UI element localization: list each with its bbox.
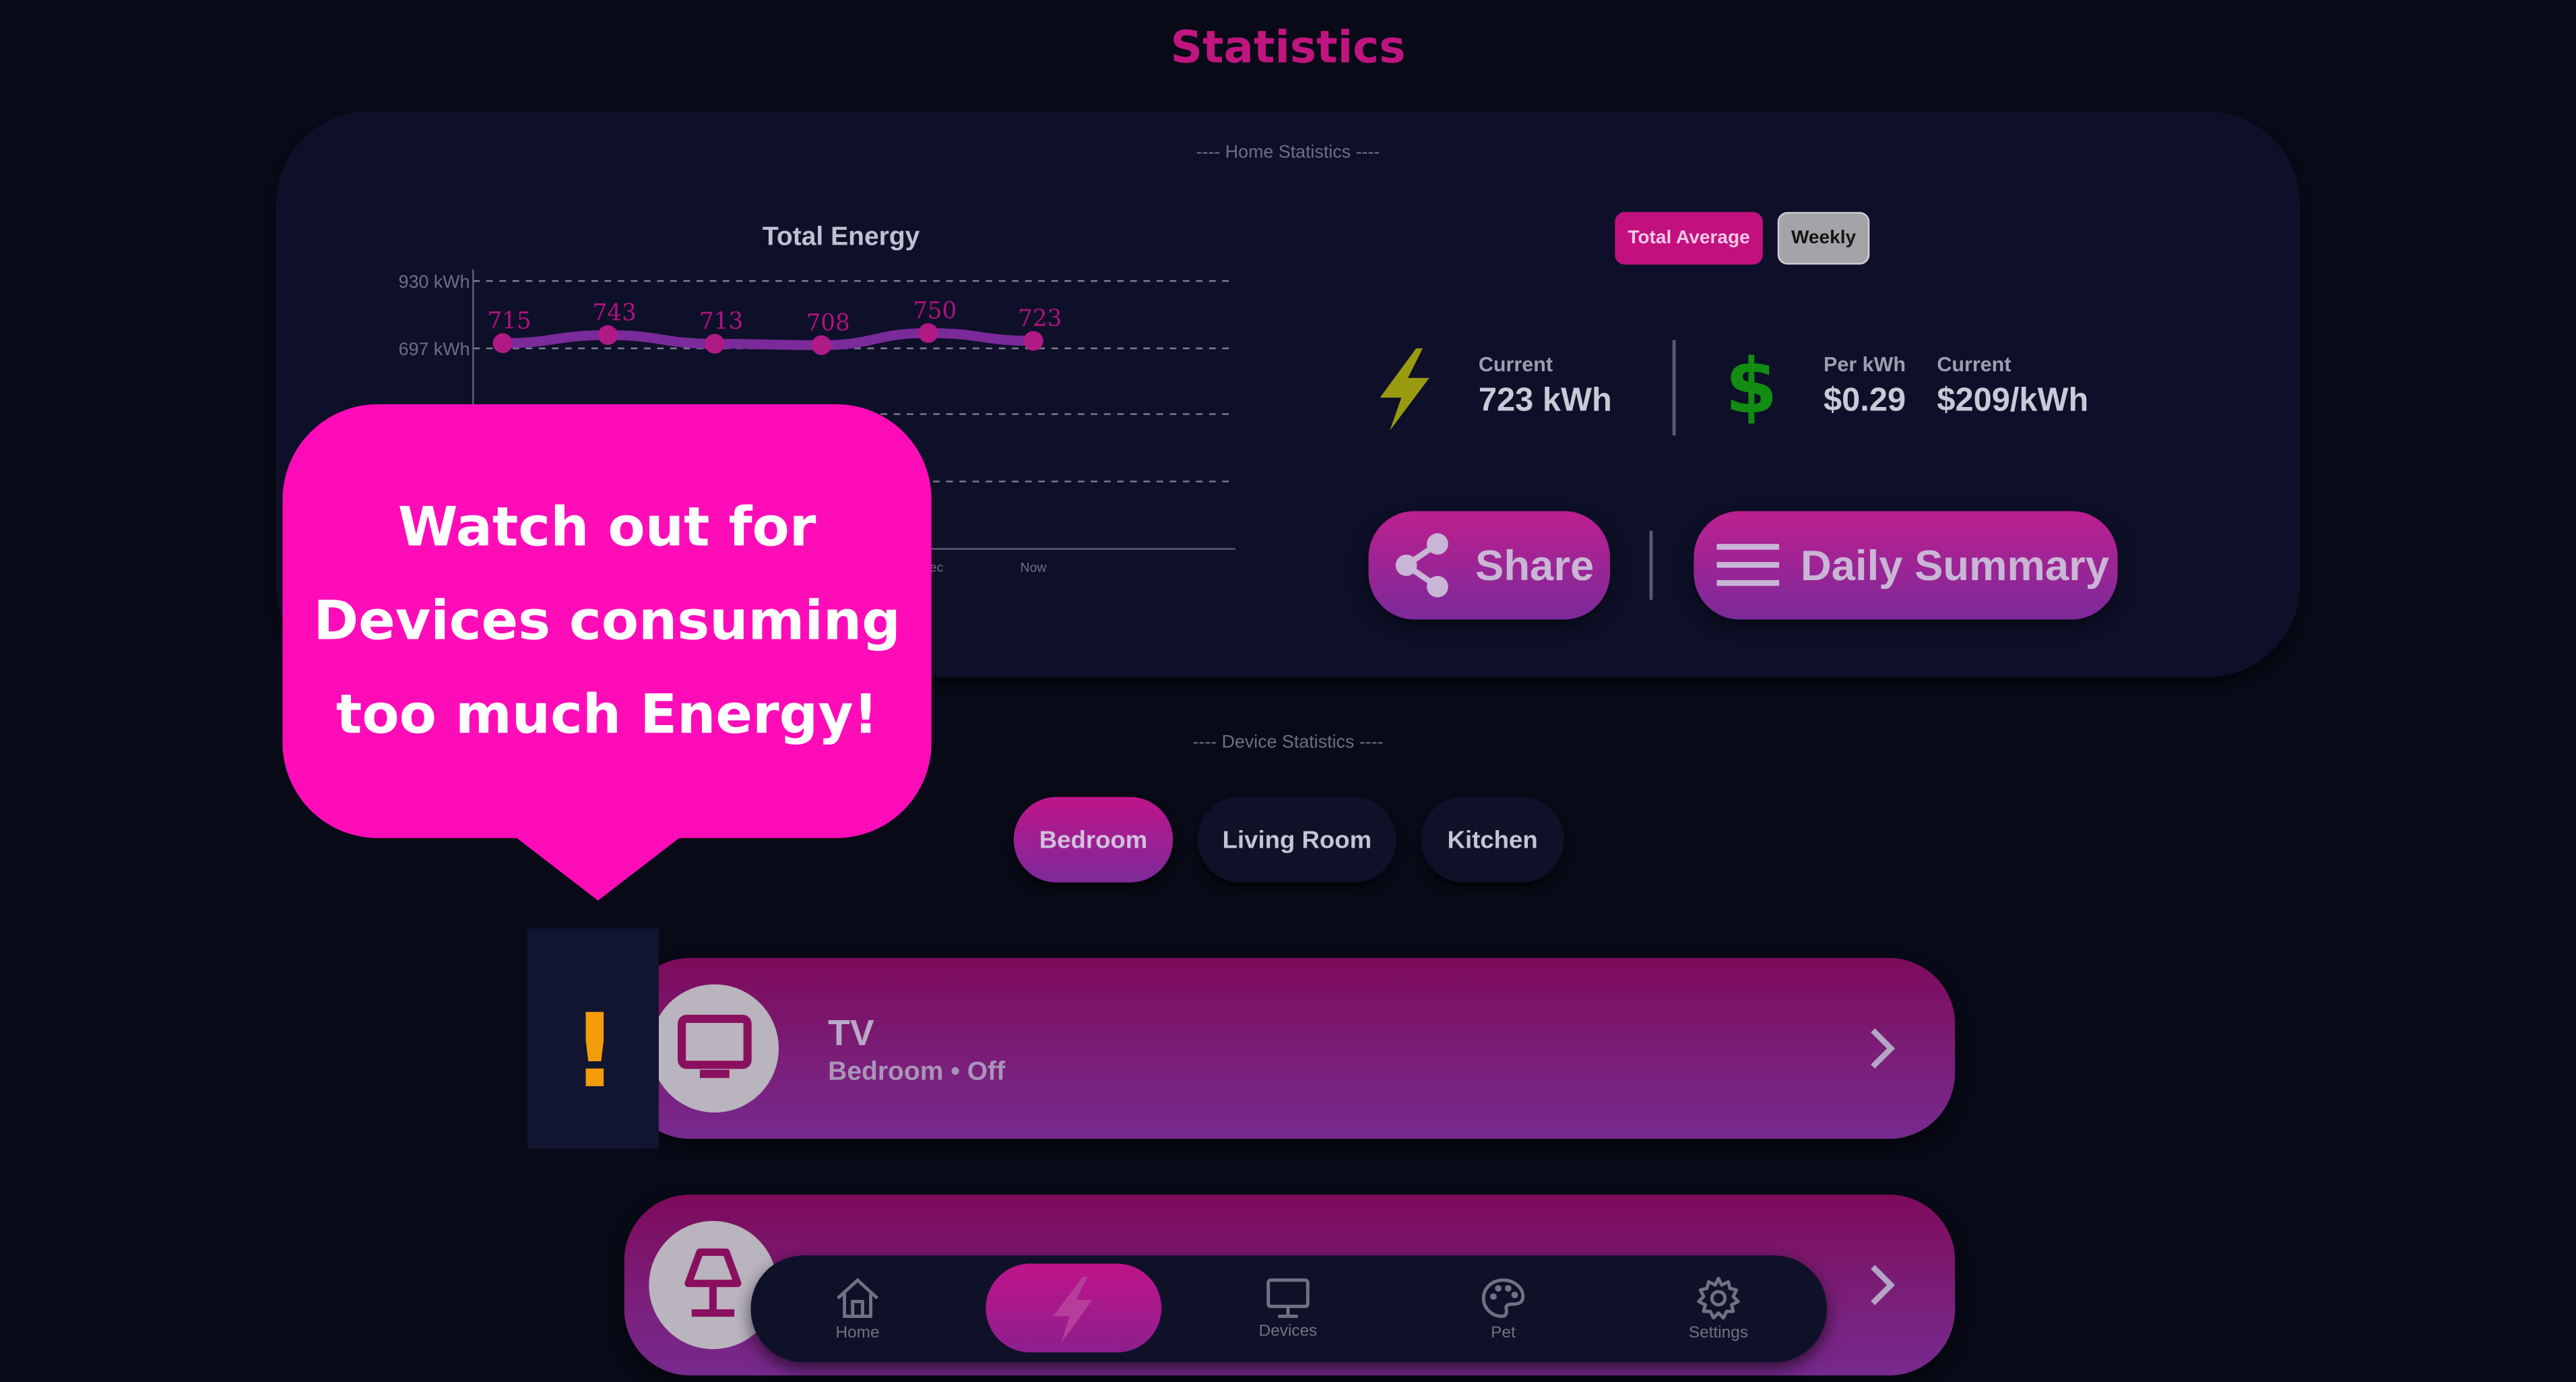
data-label: 708	[806, 309, 850, 336]
daily-summary-button[interactable]: Daily Summary	[1694, 511, 2118, 620]
nav-settings[interactable]: Settings	[1630, 1255, 1807, 1362]
monitor-icon	[1266, 1278, 1310, 1318]
data-label: 750	[913, 297, 957, 324]
tab-kitchen[interactable]: Kitchen	[1421, 796, 1564, 883]
app-screen: Statistics ---- Home Statistics ---- Tot…	[0, 0, 2576, 1382]
page-title: Statistics	[1170, 23, 1406, 74]
weekly-toggle[interactable]: Weekly	[1777, 212, 1870, 265]
share-label: Share	[1475, 540, 1595, 590]
data-point	[918, 323, 938, 343]
tooltip-line: Watch out for	[397, 495, 816, 559]
data-point	[598, 325, 618, 345]
data-label: 713	[699, 308, 743, 335]
data-label: 743	[593, 299, 637, 326]
lightning-bolt-icon	[1380, 348, 1429, 431]
y-tick-label: 930 kWh	[399, 272, 470, 292]
nav-devices-label: Devices	[1258, 1323, 1318, 1342]
total-average-toggle[interactable]: Total Average	[1615, 212, 1763, 265]
data-point	[811, 335, 832, 355]
tooltip-pointer	[512, 834, 684, 901]
dollar-icon: $	[1725, 342, 1778, 431]
share-icon	[1395, 533, 1448, 598]
data-point	[492, 333, 513, 353]
home-statistics-label: ---- Home Statistics ----	[1196, 143, 1380, 163]
x-tick-label: ec	[930, 561, 944, 575]
palette-icon	[1481, 1278, 1525, 1318]
nav-settings-label: Settings	[1688, 1324, 1749, 1343]
energy-current-label: Current	[1478, 353, 1553, 377]
data-label: 715	[487, 307, 531, 334]
x-tick-label: Now	[1020, 561, 1047, 575]
chevron-right-icon[interactable]	[1866, 1026, 1899, 1071]
tv-icon	[677, 1014, 752, 1078]
tooltip-text: Watch out for Devices consuming too much…	[282, 480, 931, 761]
share-button[interactable]: Share	[1368, 511, 1611, 620]
gear-icon	[1697, 1276, 1740, 1320]
per-kwh-label: Per kWh	[1824, 353, 1906, 377]
lightning-bolt-icon	[1053, 1276, 1093, 1342]
nav-pet-label: Pet	[1491, 1324, 1516, 1343]
device-statistics-label: ---- Device Statistics ----	[1192, 732, 1384, 753]
nav-devices[interactable]: Devices	[1199, 1255, 1376, 1362]
device-card-tv[interactable]	[624, 957, 1956, 1139]
chevron-right-icon[interactable]	[1866, 1262, 1899, 1308]
lamp-icon	[684, 1248, 742, 1317]
menu-icon	[1716, 544, 1780, 586]
tab-living-room[interactable]: Living Room	[1197, 796, 1396, 883]
cost-current-value: $209/kWh	[1937, 383, 2089, 419]
nav-energy[interactable]	[984, 1255, 1161, 1362]
home-icon	[837, 1278, 878, 1318]
daily-summary-label: Daily Summary	[1800, 540, 2110, 590]
nav-home[interactable]: Home	[769, 1255, 946, 1362]
y-tick-label: 697 kWh	[399, 339, 470, 359]
data-point	[705, 334, 725, 354]
stat-divider	[1672, 340, 1676, 436]
tooltip-line: too much Energy!	[335, 682, 878, 747]
tab-bedroom[interactable]: Bedroom	[1013, 796, 1173, 883]
nav-home-label: Home	[835, 1324, 880, 1343]
cost-current-label: Current	[1937, 353, 2011, 377]
energy-current-value: 723 kWh	[1478, 383, 1612, 419]
device-name: TV	[828, 1012, 874, 1054]
data-point	[1023, 331, 1043, 351]
per-kwh-value: $0.29	[1824, 383, 1906, 419]
warning-icon: !	[571, 991, 618, 1111]
device-icon-circle	[650, 984, 779, 1113]
nav-pet[interactable]: Pet	[1415, 1255, 1592, 1362]
energy-series-line	[497, 327, 1039, 350]
actions-divider	[1649, 530, 1653, 600]
device-subtitle: Bedroom • Off	[828, 1058, 1006, 1087]
tooltip-line: Devices consuming	[313, 588, 901, 653]
data-label: 723	[1018, 305, 1062, 332]
